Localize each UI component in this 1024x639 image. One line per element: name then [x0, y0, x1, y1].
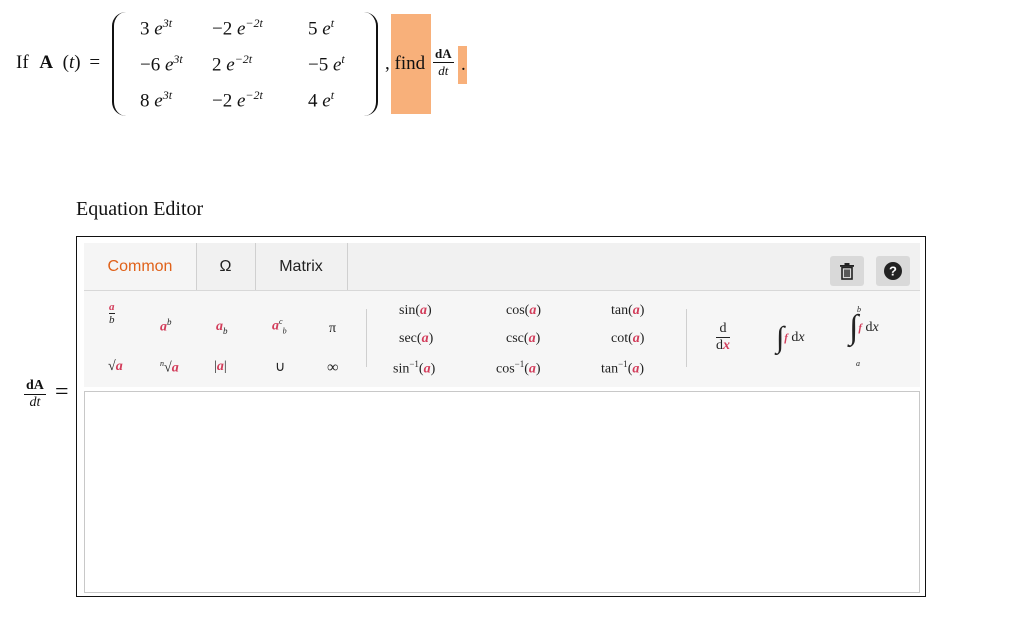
def-integral-d: d: [865, 320, 873, 336]
csc-label: csc: [506, 331, 524, 346]
arctan-button[interactable]: tan−1(a): [601, 359, 644, 378]
help-icon: ?: [884, 262, 902, 280]
pi-button[interactable]: π: [329, 321, 336, 337]
matrix-cell: 2 e−2t: [212, 52, 253, 76]
derivative-button[interactable]: d dx: [716, 321, 730, 354]
question-deriv-num: dA: [433, 46, 454, 63]
sqrt-button[interactable]: √a: [108, 359, 123, 375]
equation-editor: Common Ω Matrix ? a b √a ab n√a ab |a| a…: [76, 236, 926, 597]
matrix-arg: (t): [57, 52, 81, 73]
arctan-label: tan: [601, 361, 619, 377]
tan-label: tan: [611, 303, 629, 318]
tab-omega[interactable]: Ω: [196, 243, 256, 290]
sec-button[interactable]: sec(a): [399, 331, 433, 347]
lhs-equals: =: [55, 379, 69, 405]
answer-input[interactable]: [84, 391, 920, 593]
period: .: [461, 54, 466, 75]
lhs-derivative: dA dt: [24, 378, 46, 411]
palette-divider: [686, 309, 687, 367]
matrix-cell: −2 e−2t: [212, 88, 263, 112]
definite-integral-button[interactable]: b ∫f dx a: [849, 305, 879, 368]
cot-label: cot: [611, 331, 629, 346]
left-paren: [112, 12, 126, 116]
subscript-button[interactable]: ab: [216, 319, 228, 336]
matrix-name: A: [39, 52, 54, 73]
subsup-button[interactable]: acb: [272, 317, 287, 335]
fraction-button[interactable]: a b: [109, 301, 115, 326]
tab-bar: Common Ω Matrix ?: [84, 243, 920, 291]
sec-label: sec: [399, 331, 417, 346]
matrix-cell: 4 et: [308, 88, 335, 112]
tab-matrix[interactable]: Matrix: [255, 243, 348, 290]
lhs-den: dt: [29, 395, 41, 410]
help-button[interactable]: ?: [876, 256, 910, 286]
symbol-palette: a b √a ab n√a ab |a| acb ∪ π ∞ sin(a) se…: [84, 291, 920, 387]
arcsin-button[interactable]: sin−1(a): [393, 359, 435, 378]
lhs-num: dA: [24, 378, 46, 395]
sin-button[interactable]: sin(a): [399, 303, 432, 319]
abs-button[interactable]: |a|: [214, 359, 227, 375]
integral-button[interactable]: ∫f dx: [776, 321, 805, 355]
right-paren: [364, 12, 378, 116]
matrix-cell: −2 e−2t: [212, 16, 263, 40]
deriv-top: d: [716, 321, 730, 338]
question-derivative: dA dt: [433, 46, 454, 79]
power-button[interactable]: ab: [160, 317, 172, 336]
cot-button[interactable]: cot(a): [611, 331, 644, 347]
equals-sign: =: [89, 52, 101, 73]
palette-divider: [366, 309, 367, 367]
find-label: , find: [385, 53, 426, 74]
matrix-cell: 3 e3t: [140, 16, 173, 40]
csc-button[interactable]: csc(a): [506, 331, 540, 347]
matrix-cell: 8 e3t: [140, 88, 173, 112]
cos-label: cos: [506, 303, 525, 318]
question-deriv-den: dt: [438, 63, 449, 78]
nth-root-button[interactable]: n√a: [160, 359, 179, 377]
matrix-cell: −6 e3t: [140, 52, 183, 76]
arccos-label: cos: [496, 361, 515, 377]
if-label: If: [16, 52, 29, 73]
tab-common[interactable]: Common: [84, 243, 197, 290]
union-button[interactable]: ∪: [275, 359, 285, 376]
matrix: 3 e3t −2 e−2t 5 et −6 e3t 2 e−2t −5 et 8 e3t −2…: [112, 12, 378, 116]
sin-label: sin: [399, 303, 416, 318]
delete-button[interactable]: [830, 256, 864, 286]
cos-button[interactable]: cos(a): [506, 303, 541, 319]
question-prefix: If A (t) =: [16, 52, 100, 74]
arccos-button[interactable]: cos−1(a): [496, 359, 541, 378]
tan-button[interactable]: tan(a): [611, 303, 644, 319]
deriv-bottom: d: [716, 338, 723, 353]
matrix-cell: 5 et: [308, 16, 335, 40]
svg-text:?: ?: [889, 264, 897, 279]
find-text: , find: [385, 53, 425, 75]
editor-title: Equation Editor: [76, 198, 204, 220]
trash-icon: [840, 263, 854, 280]
infinity-button[interactable]: ∞: [327, 359, 338, 377]
arcsin-label: sin: [393, 361, 410, 377]
matrix-cell: −5 et: [308, 52, 345, 76]
